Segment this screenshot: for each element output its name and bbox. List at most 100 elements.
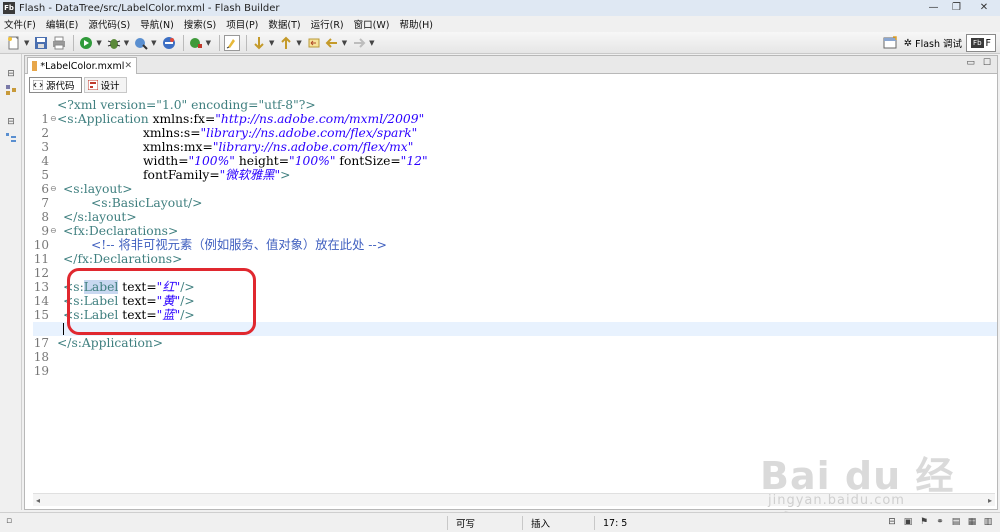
code-attr: xmlns:s= [143, 126, 201, 140]
open-perspective-icon[interactable] [882, 35, 898, 51]
fold-toggle-icon[interactable]: ⊖ [50, 224, 57, 238]
editor-mode-bar: 源代码 设计 [25, 75, 997, 95]
flash-perspective-icon: Fb [971, 38, 984, 48]
properties-icon[interactable]: ▤ [950, 516, 962, 528]
editor-tab-row: *LabelColor.mxml ✕ ▭ ☐ [25, 56, 997, 74]
restore-view-icon[interactable]: ⊟ [886, 516, 898, 528]
status-insert-mode: 插入 [522, 516, 594, 530]
line-content: width="100%" height="100%" fontSize="12" [143, 154, 428, 168]
profile-icon[interactable] [133, 35, 149, 51]
line-content: fontFamily="微软雅黑"> [143, 168, 290, 182]
mxml-file-icon [32, 61, 38, 71]
problems-icon[interactable]: ⚑ [918, 516, 930, 528]
test-runner-icon[interactable]: ▥ [982, 516, 994, 528]
last-edit-location-icon[interactable] [306, 35, 322, 51]
menu-project[interactable]: 项目(P) [226, 17, 258, 31]
xml-declaration: <?xml version="1.0" encoding="utf-8"?> [57, 98, 316, 112]
line-content: <fx:Declarations> [63, 224, 178, 238]
code-line: 10 ⊖ <fx:Declarations> [33, 224, 997, 252]
new-file-icon[interactable] [6, 35, 22, 51]
status-icons: ⊟ ▣ ⚑ ⚭ ▤ ▦ ▥ [886, 516, 994, 528]
close-button[interactable]: ✕ [968, 0, 1000, 14]
previous-annotation-icon[interactable] [278, 35, 294, 51]
new-dropdown-icon[interactable]: ▼ [24, 39, 29, 47]
package-explorer-icon[interactable] [4, 84, 18, 96]
data-services-icon[interactable]: ▦ [966, 516, 978, 528]
code-line: 2 ⊖ <s:Application xmlns:fx="http://ns.a… [33, 112, 997, 140]
back-icon[interactable] [324, 35, 340, 51]
save-icon[interactable] [33, 35, 49, 51]
next-annotation-dropdown-icon[interactable]: ▼ [269, 39, 274, 47]
perspective-flash-debug[interactable]: ✲ Flash 调试 [900, 34, 966, 52]
forward-icon[interactable] [351, 35, 367, 51]
forward-dropdown-icon[interactable]: ▼ [369, 39, 374, 47]
line-content: </s:layout> [63, 210, 137, 224]
code-string: "http://ns.adobe.com/mxml/2009" [215, 112, 425, 126]
minimize-button[interactable]: — [922, 0, 945, 14]
design-mode-label: 设计 [100, 81, 120, 92]
code-attr: fontFamily= [143, 168, 220, 182]
restore-view-icon[interactable]: ⊟ [4, 68, 18, 80]
toggle-mark-occurrences-icon[interactable] [223, 34, 240, 51]
fold-toggle-icon[interactable]: ⊖ [50, 182, 57, 196]
menu-source[interactable]: 源代码(S) [88, 17, 130, 31]
code-attr: width= [143, 154, 189, 168]
code-comment: <!-- 将非可视元素（例如服务、值对象）放在此处 --> [91, 238, 387, 252]
design-mode-button[interactable]: 设计 [83, 77, 127, 93]
minimize-panel-icon[interactable]: ▭ [966, 58, 975, 68]
external-tools-icon[interactable] [188, 35, 204, 51]
code-string: "100%" [289, 154, 336, 168]
code-line: 5 width="100%" height="100%" fontSize="1… [33, 154, 997, 182]
debug-dropdown-icon[interactable]: ▼ [124, 39, 129, 47]
code-string: "library://ns.adobe.com/flex/mx" [212, 140, 414, 154]
code-string: "library://ns.adobe.com/flex/spark" [200, 126, 418, 140]
run-dropdown-icon[interactable]: ▼ [96, 39, 101, 47]
line-content: <?xml version="1.0" encoding="utf-8"?> [57, 98, 316, 112]
scroll-left-icon[interactable]: ◂ [36, 496, 40, 505]
source-mode-button[interactable]: 源代码 [29, 77, 82, 93]
external-tools-dropdown-icon[interactable]: ▼ [206, 39, 211, 47]
menu-search[interactable]: 搜索(S) [184, 17, 216, 31]
menu-help[interactable]: 帮助(H) [399, 17, 433, 31]
tab-label: *LabelColor.mxml [40, 60, 125, 72]
debug-icon[interactable] [106, 35, 122, 51]
fold-toggle-icon[interactable]: ⊖ [50, 112, 57, 126]
print-icon[interactable] [51, 35, 67, 51]
outline-icon[interactable] [4, 132, 18, 144]
code-line: 9 </s:layout> [33, 210, 997, 238]
maximize-panel-icon[interactable]: ☐ [983, 58, 991, 68]
previous-annotation-dropdown-icon[interactable]: ▼ [296, 39, 301, 47]
code-tag: <s:Application [57, 112, 149, 126]
left-minimized-views: ⊟ ⊟ [0, 54, 22, 510]
tab-close-icon[interactable]: ✕ [124, 61, 132, 71]
menu-edit[interactable]: 编辑(E) [46, 17, 78, 31]
back-dropdown-icon[interactable]: ▼ [342, 39, 347, 47]
window-title: Flash - DataTree/src/LabelColor.mxml - F… [19, 2, 280, 14]
menu-navigate[interactable]: 导航(N) [140, 17, 174, 31]
text-caret [63, 323, 64, 335]
toolbar-separator [73, 34, 75, 51]
menu-file[interactable]: 文件(F) [4, 17, 36, 31]
next-annotation-icon[interactable] [251, 35, 267, 51]
code-tag: </fx:Declarations> [63, 252, 183, 266]
network-monitor-icon[interactable]: ⚭ [934, 516, 946, 528]
tab-labelcolor-mxml[interactable]: *LabelColor.mxml ✕ [27, 57, 137, 74]
menu-run[interactable]: 运行(R) [311, 17, 344, 31]
export-release-icon[interactable] [161, 35, 177, 51]
restore-view-icon[interactable]: ⊟ [4, 116, 18, 128]
perspective-flash[interactable]: Fb F [966, 34, 996, 52]
menu-window[interactable]: 窗口(W) [354, 17, 390, 31]
run-icon[interactable] [78, 35, 94, 51]
line-number: 19 [33, 364, 49, 378]
menu-data[interactable]: 数据(T) [268, 17, 300, 31]
window-controls: — ❐ ✕ [922, 0, 1000, 14]
code-attr: xmlns:fx= [148, 112, 216, 126]
code-tag: </s:Application> [57, 336, 164, 350]
maximize-button[interactable]: ❐ [945, 0, 968, 14]
code-line: 3 xmlns:s="library://ns.adobe.com/flex/s… [33, 126, 997, 154]
code-line: 12 </fx:Declarations> [33, 252, 997, 280]
status-indicator-icon: ▫ [6, 516, 13, 526]
code-attr: xmlns:mx= [143, 140, 213, 154]
profile-dropdown-icon[interactable]: ▼ [151, 39, 156, 47]
console-icon[interactable]: ▣ [902, 516, 914, 528]
